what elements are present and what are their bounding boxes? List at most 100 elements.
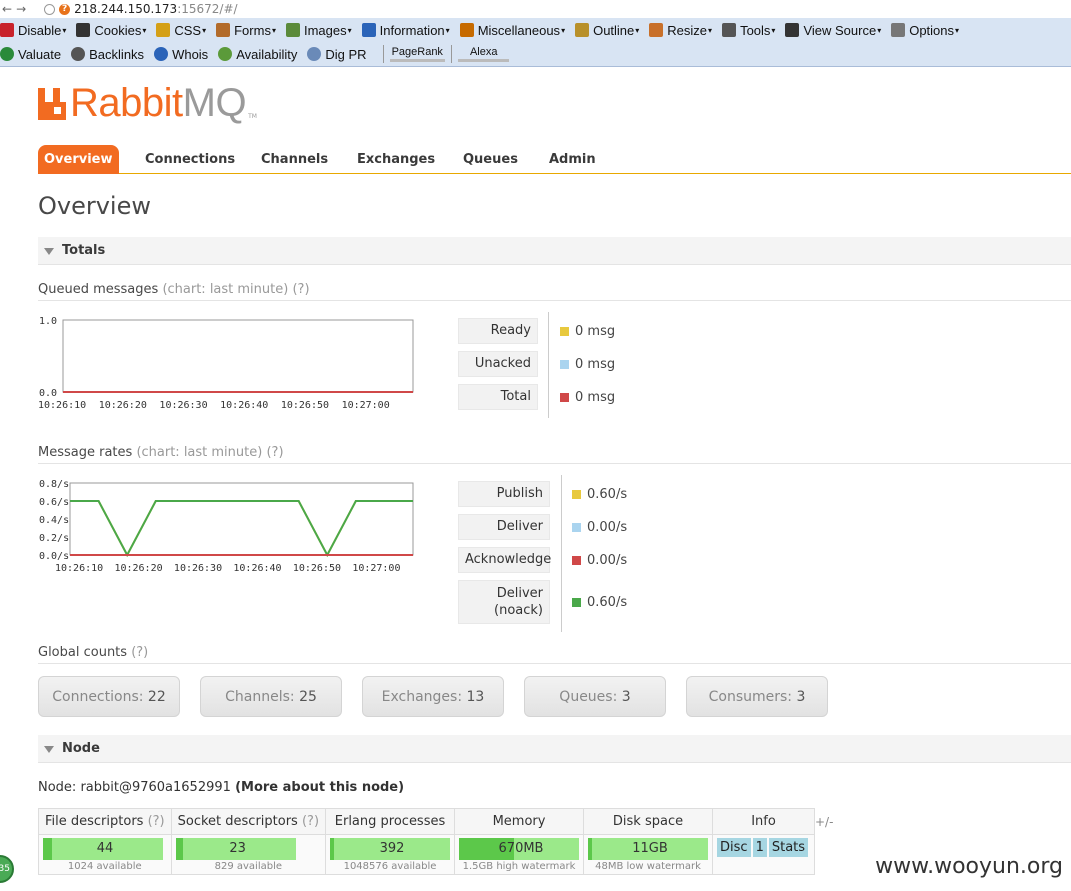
help-link[interactable]: (?): [131, 645, 148, 660]
x-tick-label: 10:26:30: [159, 400, 207, 411]
toolbar-menu-options[interactable]: Options ▾: [891, 23, 959, 38]
count-connections[interactable]: Connections: 22: [38, 676, 180, 717]
legend-value: 0.00/s: [572, 553, 627, 568]
global-counts: Connections: 22 Channels: 25 Exchanges: 13…: [38, 676, 848, 717]
toolbar-menu-miscellaneous[interactable]: Miscellaneous ▾: [459, 22, 566, 38]
tab-channels[interactable]: Channels: [255, 145, 334, 174]
x-tick-label: 10:27:00: [342, 400, 390, 411]
url-host[interactable]: 218.244.150.173: [74, 2, 177, 16]
legend-label[interactable]: Acknowledge: [458, 547, 551, 573]
corner-badge[interactable]: 35: [0, 855, 14, 883]
back-icon[interactable]: ←: [2, 2, 12, 16]
disable-icon: [0, 23, 14, 37]
count-value: 25: [299, 689, 317, 705]
x-tick-label: 10:26:50: [281, 400, 329, 411]
watermark: www.wooyun.org: [875, 854, 1063, 879]
toolbar-menu-tools[interactable]: Tools ▾: [722, 23, 775, 38]
toolbar-menu-label: View Source: [803, 22, 877, 38]
page-title: Overview: [38, 192, 151, 220]
legend-label[interactable]: Deliver (noack): [458, 580, 550, 624]
usage-sub: 1048576 available: [343, 861, 437, 872]
columns-toggle[interactable]: +/-: [815, 815, 833, 829]
usage-bar: 44: [43, 838, 163, 860]
legend-row: Deliver (noack) 0.60/s: [458, 580, 627, 624]
legend-value-text: 0 msg: [575, 356, 616, 372]
toolbar-link-valuate[interactable]: Valuate: [0, 47, 61, 62]
legend-label[interactable]: Total: [458, 384, 538, 410]
chart-plot-area: [62, 319, 414, 393]
toolbar-menu-outline[interactable]: Outline ▾: [575, 23, 639, 38]
tab-overview[interactable]: Overview: [38, 145, 119, 174]
toolbar-menu-images[interactable]: Images ▾: [285, 23, 352, 38]
queued-messages-heading: Queued messages (chart: last minute) (?): [38, 282, 1071, 301]
column-header: Info: [712, 808, 816, 835]
dropdown-caret-icon: ▾: [561, 25, 566, 35]
legend-swatch: [572, 489, 581, 499]
toolbar-menu-label: Tools: [740, 22, 771, 38]
tab-connections[interactable]: Connections: [139, 145, 241, 174]
rabbitmq-logo[interactable]: RabbitMQ TM: [38, 83, 257, 123]
cookies-icon: [76, 23, 91, 37]
toolbar-link-availability[interactable]: Availability: [218, 47, 297, 62]
legend-label[interactable]: Unacked: [458, 351, 538, 377]
help-link[interactable]: (?): [148, 814, 165, 829]
forward-icon[interactable]: →: [16, 2, 26, 16]
legend-value: 0 msg: [560, 390, 615, 405]
toolbar-menu-resize[interactable]: Resize ▾: [649, 23, 712, 38]
legend-swatch: [560, 392, 569, 402]
toolbar-menu-forms[interactable]: Forms ▾: [216, 23, 276, 38]
x-tick-label: 10:26:50: [293, 563, 341, 574]
toolbar-menu-cookies[interactable]: Cookies ▾: [76, 23, 146, 38]
toolbar-link-dig-pr[interactable]: Dig PR: [307, 46, 367, 62]
toolbar-menu-css[interactable]: CSS ▾: [156, 23, 206, 38]
pagerank-widget[interactable]: PageRank: [389, 46, 445, 62]
node-stats-table: File descriptors (?) Socket descriptors (…: [38, 808, 816, 875]
toolbar-menu-label: Miscellaneous: [477, 22, 561, 38]
toolbar-row-2: Valuate Backlinks Whois Availability Dig PR P…: [0, 42, 1071, 66]
toolbar-menu-view-source[interactable]: View Source ▾: [785, 23, 881, 38]
usage-bar-fill: [179, 838, 183, 860]
legend-value-text: 0 msg: [575, 389, 616, 405]
toolbar-link-label: Availability: [236, 46, 298, 62]
count-queues[interactable]: Queues: 3: [524, 676, 666, 717]
tab-queues[interactable]: Queues: [457, 145, 524, 174]
legend-label[interactable]: Publish: [458, 481, 550, 507]
help-link[interactable]: (?): [266, 445, 283, 460]
tab-admin[interactable]: Admin: [543, 145, 602, 174]
info-badge[interactable]: 1: [752, 838, 767, 857]
info-cell: Disc 1 Stats: [712, 834, 816, 875]
alexa-widget[interactable]: Alexa: [457, 46, 510, 62]
chart-range-link[interactable]: (chart: last minute): [136, 445, 262, 460]
legend-label[interactable]: Deliver: [458, 514, 550, 540]
help-link[interactable]: (?): [302, 814, 319, 829]
toolbar-separator: [450, 45, 452, 63]
usage-bar: 23: [175, 838, 296, 860]
chart-range-link[interactable]: (chart: last minute): [162, 282, 288, 297]
count-consumers[interactable]: Consumers: 3: [686, 676, 828, 717]
toolbar-link-backlinks[interactable]: Backlinks: [71, 47, 144, 62]
totals-section-header[interactable]: Totals: [38, 237, 1071, 265]
forms-icon: [216, 23, 231, 37]
dropdown-caret-icon: ▾: [445, 25, 450, 35]
info-badge[interactable]: Stats: [768, 838, 809, 857]
help-link[interactable]: (?): [292, 282, 309, 297]
url-path[interactable]: :15672/#/: [177, 2, 237, 16]
logo-tm: TM: [248, 113, 257, 120]
info-badge[interactable]: Disc: [717, 838, 751, 857]
toolbar-menu-information[interactable]: Information ▾: [361, 23, 450, 38]
x-tick-label: 10:26:20: [99, 400, 147, 411]
toolbar-link-whois[interactable]: Whois: [154, 47, 208, 62]
more-about-node-link[interactable]: (More about this node): [235, 780, 404, 795]
node-section-header[interactable]: Node: [38, 735, 1071, 763]
usage-value: 670MB: [498, 841, 544, 856]
count-channels[interactable]: Channels: 25: [200, 676, 342, 717]
legend-divider: [548, 312, 549, 418]
usage-bar-fill: [47, 838, 52, 860]
legend-label[interactable]: Ready: [458, 318, 538, 344]
tab-exchanges[interactable]: Exchanges: [351, 145, 441, 174]
toolbar-link-label: Dig PR: [325, 46, 367, 62]
count-exchanges[interactable]: Exchanges: 13: [362, 676, 504, 717]
tools-icon: [722, 23, 737, 37]
toolbar-menu-disable[interactable]: Disable ▾: [0, 23, 66, 38]
toolbar-menu-label: CSS: [174, 22, 202, 38]
